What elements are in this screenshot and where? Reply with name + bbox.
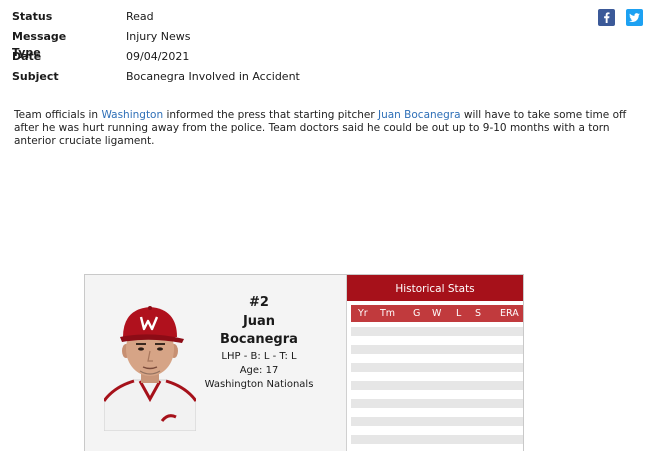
meta-value: Read: [126, 10, 154, 23]
twitter-share-button[interactable]: [626, 9, 643, 26]
body-text: Team officials in: [14, 109, 102, 121]
historical-stats-title: Historical Stats: [347, 275, 523, 301]
team-link[interactable]: Washington: [101, 109, 163, 121]
player-handedness: LHP - B: L - T: L: [221, 351, 297, 362]
column-header-s[interactable]: S: [475, 308, 481, 319]
body-text: informed the press that starting pitcher: [163, 109, 378, 121]
stats-row-empty: [351, 363, 523, 372]
facebook-icon: [604, 12, 610, 23]
player-age: Age: 17: [239, 365, 279, 376]
column-header-tm[interactable]: Tm: [380, 308, 395, 319]
player-first-name: Juan: [242, 314, 276, 329]
meta-value: Bocanegra Involved in Accident: [126, 70, 300, 83]
message-body: Team officials in Washington informed th…: [14, 109, 638, 148]
historical-stats-panel: Historical Stats Yr Tm G W L S ERA: [347, 275, 523, 451]
column-header-l[interactable]: L: [456, 308, 461, 319]
facebook-share-button[interactable]: [598, 9, 615, 26]
stats-row-empty: [351, 327, 523, 336]
stats-row-empty: [351, 399, 523, 408]
column-header-era[interactable]: ERA: [500, 308, 519, 319]
column-header-w[interactable]: W: [432, 308, 441, 319]
historical-stats-columns: Yr Tm G W L S ERA: [351, 305, 523, 322]
meta-key: Date: [12, 50, 42, 63]
player-portrait: [104, 301, 196, 431]
stats-row-empty: [351, 345, 523, 354]
meta-value: 09/04/2021: [126, 50, 190, 63]
twitter-icon: [629, 13, 640, 22]
stats-row-empty: [351, 381, 523, 390]
stats-row-empty: [351, 435, 523, 444]
column-header-yr[interactable]: Yr: [358, 308, 368, 319]
player-number: #2: [249, 295, 269, 310]
stats-row-empty: [351, 417, 523, 426]
message-view: Status Read Message Type Injury News Dat…: [0, 0, 653, 451]
meta-key: Status: [12, 10, 53, 23]
column-header-g[interactable]: G: [413, 308, 420, 319]
player-last-name: Bocanegra: [220, 332, 298, 347]
player-link[interactable]: Juan Bocanegra: [378, 109, 461, 121]
meta-key: Subject: [12, 70, 59, 83]
player-card: #2 Juan Bocanegra LHP - B: L - T: L Age:…: [84, 274, 524, 451]
meta-value: Injury News: [126, 30, 191, 43]
player-team[interactable]: Washington Nationals: [191, 379, 327, 391]
